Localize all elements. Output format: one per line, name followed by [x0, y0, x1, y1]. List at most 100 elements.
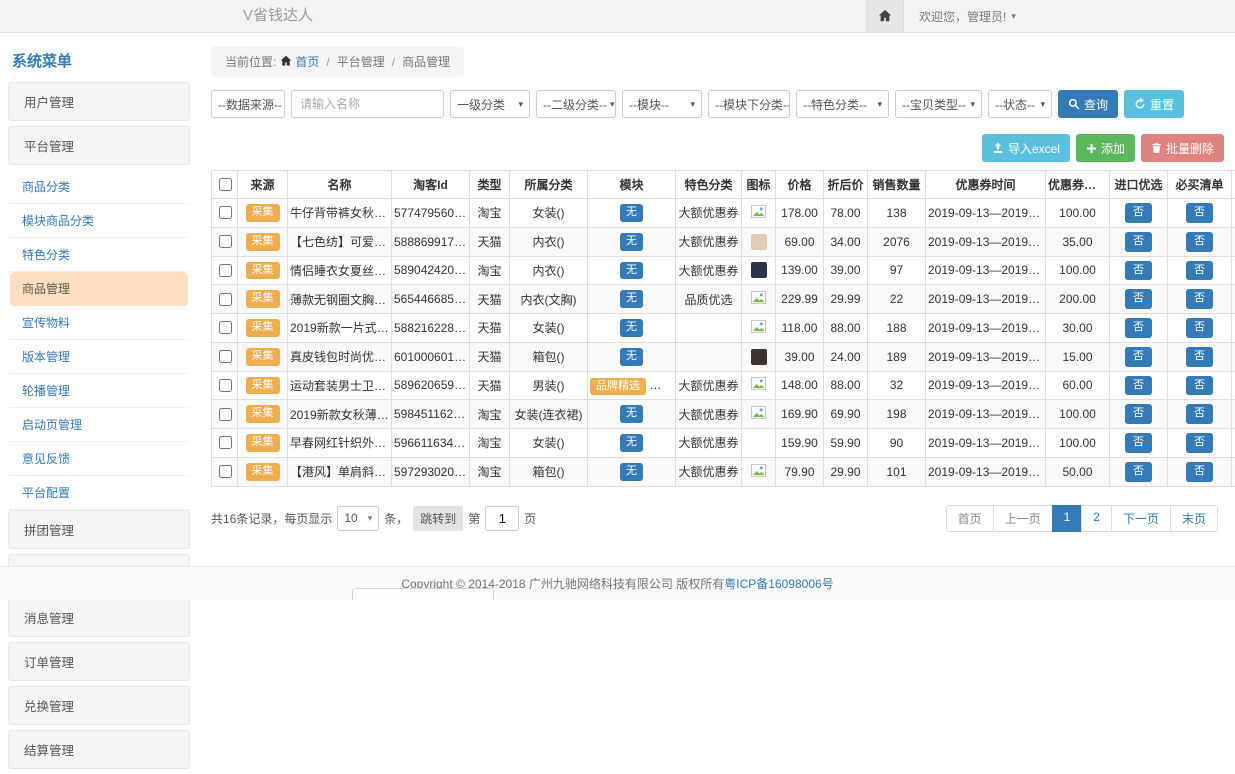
row-checkbox[interactable] [219, 321, 232, 334]
pager-button[interactable]: 1 [1052, 505, 1083, 532]
sidebar-item[interactable]: 商品分类 [10, 170, 188, 204]
cell-feature-category: 品质优选 [676, 285, 742, 314]
row-checkbox[interactable] [219, 264, 232, 277]
sidebar-item[interactable]: 意见反馈 [10, 442, 188, 476]
home-button[interactable] [866, 0, 904, 32]
breadcrumb: 当前位置:首页/平台管理/商品管理 [211, 46, 464, 77]
sidebar-item[interactable]: 特色分类 [10, 238, 188, 272]
sidebar-item[interactable]: 轮播管理 [10, 374, 188, 408]
pager-button[interactable]: 上一页 [993, 505, 1053, 532]
cell-must-buy: 否 [1168, 256, 1232, 285]
level1-category-select[interactable]: 一级分类▾ [450, 90, 530, 118]
status-select[interactable]: --状态--▾ [988, 90, 1052, 118]
cell-must-buy: 否 [1168, 285, 1232, 314]
table-row: 采集2019新款女秋薄款...598451162391淘宝女装(连衣裙)无大额优… [212, 400, 1235, 429]
name-input[interactable] [291, 90, 444, 118]
sidebar-section[interactable]: 结算管理 [8, 730, 190, 769]
cell-coupon-amount: 100.00 [1046, 256, 1110, 285]
breadcrumb-item: 平台管理 [337, 55, 385, 69]
source-badge: 采集 [246, 233, 280, 251]
row-checkbox[interactable] [219, 436, 232, 449]
breadcrumb-home-link[interactable]: 首页 [295, 55, 319, 69]
module-badge: 无 [620, 262, 643, 280]
sidebar-item[interactable]: 平台配置 [10, 476, 188, 510]
column-header: 价格 [776, 171, 824, 199]
import-select-toggle[interactable]: 否 [1125, 203, 1152, 223]
import-select-toggle[interactable]: 否 [1125, 261, 1152, 281]
product-thumbnail [751, 234, 767, 250]
must-buy-toggle[interactable]: 否 [1186, 261, 1213, 281]
must-buy-toggle[interactable]: 否 [1186, 462, 1213, 482]
cell-taoke-id: 589042420344 [392, 256, 470, 285]
item-type-select[interactable]: --宝贝类型--▾ [895, 90, 982, 118]
per-page-select[interactable]: 10 ▾ [337, 506, 379, 531]
sidebar-section[interactable]: 用户管理 [8, 82, 190, 121]
row-checkbox[interactable] [219, 379, 232, 392]
sidebar-item[interactable]: 版本管理 [10, 340, 188, 374]
select-all-checkbox[interactable] [219, 178, 232, 191]
must-buy-toggle[interactable]: 否 [1186, 289, 1213, 309]
pager-button[interactable]: 2 [1081, 505, 1112, 532]
import-select-toggle[interactable]: 否 [1125, 318, 1152, 338]
cell-coupon-amount: 200.00 [1046, 285, 1110, 314]
cell-sales-count: 97 [868, 256, 926, 285]
import-select-toggle[interactable]: 否 [1125, 462, 1152, 482]
reset-button[interactable]: 重置 [1124, 90, 1184, 118]
import-select-toggle[interactable]: 否 [1125, 376, 1152, 396]
must-buy-toggle[interactable]: 否 [1186, 203, 1213, 223]
row-checkbox[interactable] [219, 293, 232, 306]
sidebar-item[interactable]: 宣传物料 [10, 306, 188, 340]
must-buy-toggle[interactable]: 否 [1186, 232, 1213, 252]
sidebar-item[interactable]: 启动页管理 [10, 408, 188, 442]
sidebar-section[interactable]: 消息管理 [8, 598, 190, 637]
import-select-toggle[interactable]: 否 [1125, 347, 1152, 367]
item-type-select-value: --宝贝类型-- [902, 96, 966, 113]
page-number-input[interactable] [485, 506, 519, 531]
must-buy-toggle[interactable]: 否 [1186, 347, 1213, 367]
import-excel-button[interactable]: 导入excel [982, 134, 1070, 162]
table-row: 采集薄款无钢圈文胸聚拢性...565446685867天猫内衣(文胸)无品质优选… [212, 285, 1235, 314]
query-button[interactable]: 查询 [1058, 90, 1118, 118]
add-button[interactable]: 添加 [1076, 134, 1135, 162]
source-badge: 采集 [246, 290, 280, 308]
pager-button[interactable]: 首页 [946, 505, 994, 532]
per-page-value: 10 [344, 511, 357, 525]
must-buy-toggle[interactable]: 否 [1186, 433, 1213, 453]
feature-category-select[interactable]: --特色分类--▾ [796, 90, 889, 118]
column-header: 所属分类 [510, 171, 588, 199]
sidebar-section[interactable]: 兑换管理 [8, 686, 190, 725]
row-checkbox[interactable] [219, 235, 232, 248]
bulk-delete-button[interactable]: 批量删除 [1141, 134, 1224, 162]
sidebar-item-active[interactable]: 商品管理 [10, 272, 188, 306]
column-header: 必买清单 [1168, 171, 1232, 199]
import-select-toggle[interactable]: 否 [1125, 433, 1152, 453]
pager-button[interactable]: 末页 [1170, 505, 1218, 532]
must-buy-toggle[interactable]: 否 [1186, 376, 1213, 396]
import-select-toggle[interactable]: 否 [1125, 404, 1152, 424]
must-buy-toggle[interactable]: 否 [1186, 404, 1213, 424]
row-checkbox[interactable] [219, 350, 232, 363]
cell-coupon-amount: 60.00 [1046, 371, 1110, 400]
sidebar-section[interactable]: 拼团管理 [8, 510, 190, 549]
sidebar-item[interactable]: 模块商品分类 [10, 204, 188, 238]
sidebar-section[interactable]: 平台管理 [8, 126, 190, 165]
must-buy-toggle[interactable]: 否 [1186, 318, 1213, 338]
icp-link[interactable]: 粤ICP备16098006号 [724, 575, 833, 592]
cell-taoke-id: 577479560965 [392, 199, 470, 228]
module-sub-category-select[interactable]: --模块下分类--▾ [708, 90, 790, 118]
data-source-select[interactable]: --数据来源--▾ [211, 90, 285, 118]
pager-button[interactable]: 下一页 [1111, 505, 1171, 532]
row-checkbox[interactable] [219, 408, 232, 421]
import-select-toggle[interactable]: 否 [1125, 232, 1152, 252]
sidebar-section[interactable]: 订单管理 [8, 642, 190, 681]
sidebar-title: 系统菜单 [8, 42, 190, 82]
user-menu[interactable]: 欢迎您，管理员! ▾ [904, 0, 1016, 32]
level2-category-select[interactable]: --二级分类--▾ [536, 90, 616, 118]
cell-coupon-amount: 100.00 [1046, 400, 1110, 429]
row-checkbox[interactable] [219, 206, 232, 219]
module-select[interactable]: --模块--▾ [622, 90, 702, 118]
cell-must-buy: 否 [1168, 400, 1232, 429]
import-select-toggle[interactable]: 否 [1125, 289, 1152, 309]
row-checkbox[interactable] [219, 465, 232, 478]
jump-button[interactable]: 跳转到 [413, 506, 463, 531]
